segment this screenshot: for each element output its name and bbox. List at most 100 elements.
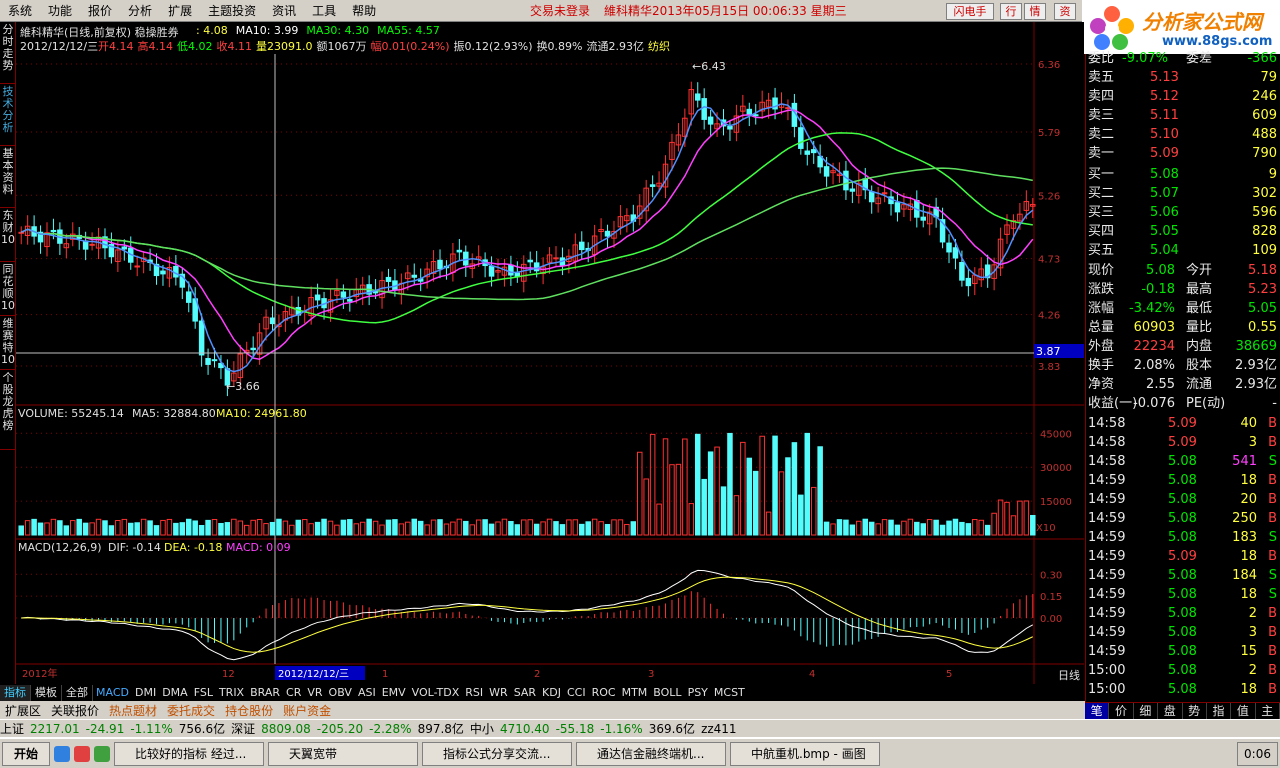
app-window: 系统 功能 报价 分析 扩展 主题投资 资讯 工具 帮助 交易未登录 維科精华2013年05月1… bbox=[0, 0, 1280, 768]
candle-body bbox=[868, 191, 875, 203]
tick-vol: 18 bbox=[1240, 587, 1257, 602]
indicator-dma[interactable]: DMA bbox=[159, 685, 191, 701]
taskbar-item-2[interactable]: 指标公式分享交流... bbox=[422, 741, 572, 766]
candle-body bbox=[437, 259, 443, 270]
taskbar-item-0[interactable]: 比较好的指标 经过... bbox=[114, 741, 264, 766]
volume-bar bbox=[321, 518, 327, 536]
quote-tab-2[interactable]: 细 bbox=[1134, 703, 1159, 720]
indicator-macd[interactable]: MACD bbox=[93, 685, 132, 701]
indicator-emv[interactable]: EMV bbox=[379, 685, 409, 701]
indicator-trix[interactable]: TRIX bbox=[216, 685, 247, 701]
ie-quicklaunch-icon[interactable] bbox=[54, 745, 70, 762]
bottom-tab-0[interactable]: 指标 bbox=[0, 684, 31, 701]
indicator-psy[interactable]: PSY bbox=[685, 685, 711, 701]
quote-tab-7[interactable]: 主 bbox=[1256, 703, 1280, 720]
indicator-roc[interactable]: ROC bbox=[589, 685, 619, 701]
period-label[interactable]: 日线 bbox=[1058, 667, 1080, 683]
side-tab-1[interactable]: 技术分析 bbox=[0, 84, 16, 146]
chart-area[interactable]: 6.36 5.79 5.26 4.73 4.26 3.83 3.87 ←6.43 ←3.66 45… bbox=[16, 22, 1084, 702]
quote-tab-4[interactable]: 势 bbox=[1183, 703, 1207, 720]
side-tab-6[interactable]: 个股龙虎榜 bbox=[0, 370, 16, 450]
indicator-cci[interactable]: CCI bbox=[564, 685, 589, 701]
taskbar-item-1[interactable]: 天翼宽带 bbox=[268, 741, 418, 766]
info-button[interactable]: 资 bbox=[1054, 3, 1076, 20]
quote-tab-0[interactable]: 笔 bbox=[1085, 703, 1110, 720]
bottom-tab-2[interactable]: 全部 bbox=[62, 684, 93, 701]
login-status[interactable]: 交易未登录 bbox=[530, 2, 590, 19]
indicator-cr[interactable]: CR bbox=[283, 685, 304, 701]
start-button[interactable]: 开始 bbox=[2, 741, 50, 766]
indicator-dmi[interactable]: DMI bbox=[132, 685, 159, 701]
tick-row-4: 14:59 5.08 20 B bbox=[1086, 491, 1280, 509]
ext-tab-0[interactable]: 扩展区 bbox=[0, 702, 46, 719]
candle-body bbox=[694, 93, 701, 101]
indicator-obv[interactable]: OBV bbox=[326, 685, 355, 701]
volume-bar bbox=[843, 519, 849, 536]
tick-flag: B bbox=[1268, 435, 1277, 450]
menu-item-1[interactable]: 功能 bbox=[40, 0, 80, 22]
flash-trade-button[interactable]: 闪电手 bbox=[946, 3, 994, 20]
quote-button-1[interactable]: 行 bbox=[1000, 3, 1022, 20]
ext-tab-5[interactable]: 账户资金 bbox=[278, 702, 336, 719]
side-tab-0[interactable]: 分时走势 bbox=[0, 22, 16, 84]
volume-bar bbox=[121, 518, 128, 536]
quote-tab-3[interactable]: 盘 bbox=[1158, 703, 1183, 720]
indicator-sar[interactable]: SAR bbox=[511, 685, 539, 701]
indicator-rsi[interactable]: RSI bbox=[462, 685, 486, 701]
app2-quicklaunch-icon[interactable] bbox=[94, 745, 110, 762]
indicator-wr[interactable]: WR bbox=[486, 685, 511, 701]
menu-item-6[interactable]: 资讯 bbox=[264, 0, 304, 22]
indicator-vr[interactable]: VR bbox=[304, 685, 325, 701]
quote-tab-1[interactable]: 价 bbox=[1109, 703, 1134, 720]
volume-bar bbox=[508, 521, 514, 536]
volume-bar bbox=[791, 442, 798, 536]
volume-bar bbox=[1030, 514, 1036, 536]
volume-bar bbox=[662, 438, 669, 536]
menu-item-7[interactable]: 工具 bbox=[304, 0, 344, 22]
candle-body bbox=[810, 149, 817, 154]
menu-item-2[interactable]: 报价 bbox=[80, 0, 120, 22]
quote-tab-6[interactable]: 值 bbox=[1231, 703, 1256, 720]
indicator-boll[interactable]: BOLL bbox=[650, 685, 684, 701]
indicator-vol-tdx[interactable]: VOL-TDX bbox=[409, 685, 463, 701]
buy-vol: 9 bbox=[1268, 167, 1277, 182]
indicator-mcst[interactable]: MCST bbox=[711, 685, 748, 701]
volume-bar bbox=[746, 457, 753, 536]
ext-tab-2[interactable]: 热点题材 bbox=[104, 702, 162, 719]
taskbar-item-4[interactable]: 中航重机.bmp - 画图 bbox=[730, 741, 880, 766]
ext-tab-3[interactable]: 委托成交 bbox=[162, 702, 220, 719]
kline-chart[interactable]: 6.365.795.264.734.263.833.87←6.43←3.6645… bbox=[16, 22, 1084, 702]
stat-row-5: 换手 2.08% 股本 2.93亿 bbox=[1086, 357, 1280, 375]
side-tab-5[interactable]: 维赛特10 bbox=[0, 316, 16, 370]
system-tray-clock[interactable]: 0:06 bbox=[1237, 742, 1278, 766]
side-tab-4[interactable]: 同花顺10 bbox=[0, 262, 16, 316]
indicator-fsl[interactable]: FSL bbox=[191, 685, 216, 701]
buy-vol: 302 bbox=[1252, 186, 1277, 201]
volume-bar bbox=[823, 521, 830, 536]
indicator-kdj[interactable]: KDJ bbox=[539, 685, 564, 701]
tick-vol: 2 bbox=[1248, 663, 1257, 678]
stat-row-0: 现价 5.08 今开 5.18 bbox=[1086, 262, 1280, 280]
volume-bar bbox=[301, 519, 308, 536]
indicator-asi[interactable]: ASI bbox=[355, 685, 379, 701]
menu-item-3[interactable]: 分析 bbox=[120, 0, 160, 22]
menu-item-8[interactable]: 帮助 bbox=[344, 0, 384, 22]
menu-item-4[interactable]: 扩展 bbox=[160, 0, 200, 22]
menu-item-0[interactable]: 系统 bbox=[0, 0, 40, 22]
candle-body bbox=[849, 188, 856, 192]
ext-tab-4[interactable]: 持仓股份 bbox=[220, 702, 278, 719]
indicator-brar[interactable]: BRAR bbox=[247, 685, 283, 701]
taskbar-item-3[interactable]: 通达信金融终端机... bbox=[576, 741, 726, 766]
tick-row-7: 14:59 5.09 18 B bbox=[1086, 548, 1280, 566]
bottom-tab-1[interactable]: 模板 bbox=[31, 684, 62, 701]
app-quicklaunch-icon[interactable] bbox=[74, 745, 90, 762]
side-tab-2[interactable]: 基本资料 bbox=[0, 146, 16, 208]
indicator-mtm[interactable]: MTM bbox=[619, 685, 651, 701]
ma55-line bbox=[20, 167, 1033, 301]
quote-button-2[interactable]: 情 bbox=[1024, 3, 1046, 20]
menu-item-5[interactable]: 主题投资 bbox=[200, 0, 264, 22]
ext-tab-1[interactable]: 关联报价 bbox=[46, 702, 104, 719]
side-tab-3[interactable]: 东财10 bbox=[0, 208, 16, 262]
candle-body bbox=[946, 242, 952, 253]
quote-tab-5[interactable]: 指 bbox=[1207, 703, 1232, 720]
